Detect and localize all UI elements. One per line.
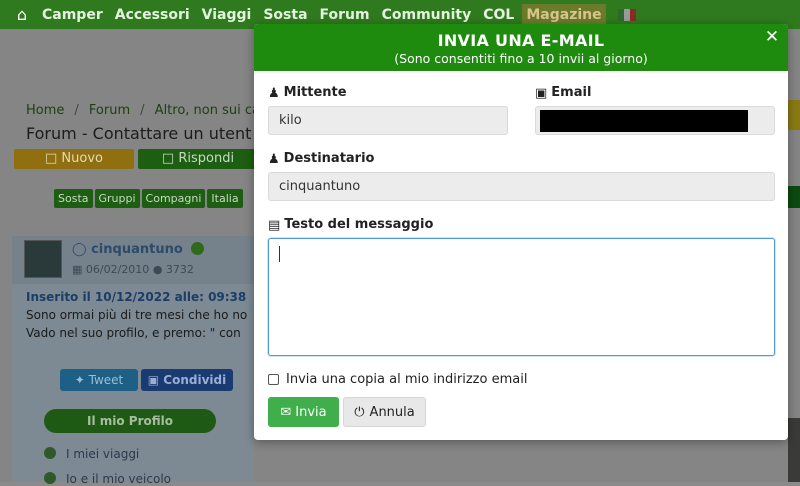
post-body-line-2: Vado nel suo profilo, e premo: " con bbox=[26, 326, 241, 340]
power-icon: ⏻ bbox=[354, 404, 365, 420]
recipient-label-group: ♟ Destinatario bbox=[268, 151, 375, 167]
cancel-label: Annula bbox=[369, 404, 415, 420]
post-author[interactable]: ◯ cinquantuno bbox=[72, 242, 205, 257]
home-icon[interactable]: ⌂ bbox=[10, 5, 34, 24]
email-field bbox=[535, 106, 775, 135]
text-cursor bbox=[279, 246, 280, 262]
side-image bbox=[788, 418, 800, 482]
user-icon: ♟ bbox=[268, 86, 280, 101]
new-topic-button[interactable]: □ Nuovo bbox=[14, 149, 134, 169]
author-info: ▦ 06/02/2010 ● 3732 bbox=[72, 263, 194, 276]
side-link-trips-label: I miei viaggi bbox=[66, 447, 140, 461]
send-copy-option[interactable]: Invia una copia al mio indirizzo email bbox=[268, 372, 527, 387]
side-banner bbox=[788, 100, 800, 130]
recipient-field: cinquantuno bbox=[268, 172, 775, 201]
tab-italia[interactable]: Italia bbox=[207, 189, 243, 208]
sender-label: Mittente bbox=[283, 85, 347, 100]
nav-item-magazine[interactable]: Magazine bbox=[522, 3, 606, 26]
side-link-trips[interactable]: I miei viaggi bbox=[44, 447, 139, 461]
avatar[interactable] bbox=[24, 240, 62, 278]
nav-item-community[interactable]: Community bbox=[378, 7, 476, 23]
breadcrumb-home[interactable]: Home bbox=[26, 103, 64, 118]
calendar-icon: ▦ bbox=[72, 263, 83, 276]
email-label-group: ▣ Email bbox=[535, 85, 591, 101]
facebook-share-label: Condividi bbox=[163, 373, 227, 387]
contact-card-icon: ▣ bbox=[535, 86, 548, 101]
reply-button[interactable]: □ Rispondi bbox=[138, 149, 258, 169]
nav-item-sosta[interactable]: Sosta bbox=[259, 7, 311, 23]
nav-item-viaggi[interactable]: Viaggi bbox=[198, 7, 256, 23]
reply-label: Rispondi bbox=[178, 151, 235, 166]
send-copy-label: Invia una copia al mio indirizzo email bbox=[286, 372, 528, 387]
modal-title: INVIA UNA E-MAIL bbox=[437, 31, 605, 50]
send-label: Invia bbox=[295, 404, 327, 420]
close-icon[interactable]: ✕ bbox=[762, 27, 782, 47]
tab-sosta[interactable]: Sosta bbox=[54, 189, 93, 208]
tab-gruppi[interactable]: Gruppi bbox=[94, 189, 140, 208]
modal-header: INVIA UNA E-MAIL (Sono consentiti fino a… bbox=[254, 24, 788, 71]
post-date: Inserito il 10/12/2022 alle: 09:38 bbox=[26, 290, 247, 304]
modal-subtitle: (Sono consentiti fino a 10 invii al gior… bbox=[394, 51, 648, 66]
breadcrumb: Home / Forum / Altro, non sui cam bbox=[26, 103, 273, 118]
document-icon: ▤ bbox=[268, 218, 281, 233]
my-profile-button[interactable]: Il mio Profilo bbox=[44, 409, 216, 433]
user-circle-icon: ◯ bbox=[72, 242, 87, 257]
italy-flag-icon[interactable] bbox=[617, 8, 636, 21]
twitter-icon: ✦ bbox=[74, 373, 85, 387]
envelope-icon: ✉ bbox=[280, 404, 292, 420]
new-topic-label: Nuovo bbox=[61, 151, 103, 166]
message-textarea[interactable] bbox=[268, 238, 775, 356]
sender-label-group: ♟ Mittente bbox=[268, 85, 347, 101]
nav-item-accessori[interactable]: Accessori bbox=[111, 7, 194, 23]
nav-item-forum[interactable]: Forum bbox=[316, 7, 374, 23]
smile-icon bbox=[191, 242, 205, 255]
nav-item-col[interactable]: COL bbox=[479, 7, 518, 23]
side-link-vehicle[interactable]: Io e il mio veicolo bbox=[44, 472, 171, 486]
send-button[interactable]: ✉ Invia bbox=[268, 397, 339, 427]
nav-item-camper[interactable]: Camper bbox=[38, 7, 107, 23]
message-label-group: ▤ Testo del messaggio bbox=[268, 217, 433, 233]
send-copy-checkbox[interactable] bbox=[268, 374, 279, 385]
redacted-email bbox=[540, 110, 748, 132]
email-label: Email bbox=[551, 85, 592, 100]
registration-date: 06/02/2010 bbox=[85, 263, 150, 276]
forum-tabs: Sosta Gruppi Compagni Italia bbox=[54, 189, 243, 208]
breadcrumb-forum[interactable]: Forum bbox=[89, 103, 130, 118]
side-link-vehicle-label: Io e il mio veicolo bbox=[66, 472, 171, 486]
post-count: 3732 bbox=[165, 263, 194, 276]
vehicle-icon bbox=[44, 472, 56, 484]
tweet-button[interactable]: ✦ Tweet bbox=[60, 369, 138, 391]
facebook-icon: ▣ bbox=[147, 373, 160, 387]
tab-compagni[interactable]: Compagni bbox=[141, 189, 206, 208]
facebook-share-button[interactable]: ▣ Condividi bbox=[141, 369, 233, 391]
message-label: Testo del messaggio bbox=[284, 217, 434, 232]
post-body-line-1: Sono ormai più di tre mesi che ho no bbox=[26, 308, 248, 322]
page-title: Forum - Contattare un utent bbox=[26, 124, 252, 143]
tweet-label: Tweet bbox=[88, 373, 124, 387]
comments-count-icon: ● bbox=[152, 263, 163, 276]
author-username: cinquantuno bbox=[91, 242, 183, 257]
send-email-modal: INVIA UNA E-MAIL (Sono consentiti fino a… bbox=[254, 24, 788, 440]
sender-field: kilo bbox=[268, 106, 508, 135]
globe-icon bbox=[44, 447, 56, 459]
user-icon: ♟ bbox=[268, 152, 280, 167]
comment-icon: □ bbox=[44, 151, 58, 166]
recipient-label: Destinatario bbox=[283, 151, 375, 166]
side-banner-tab bbox=[788, 186, 800, 208]
cancel-button[interactable]: ⏻ Annula bbox=[343, 397, 426, 427]
comments-icon: □ bbox=[161, 151, 175, 166]
